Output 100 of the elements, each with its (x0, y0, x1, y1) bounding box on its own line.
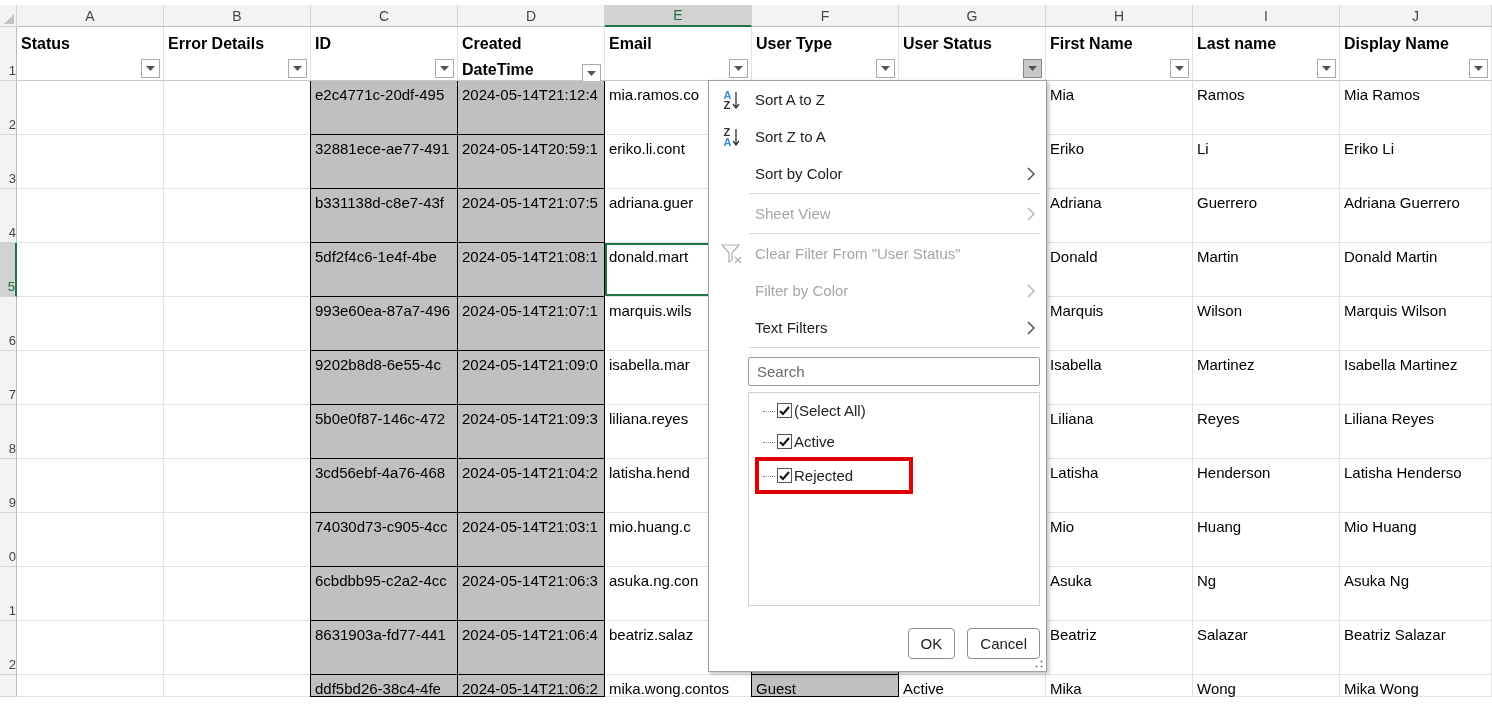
column-letter[interactable]: B (164, 5, 311, 27)
table-cell: Mika Wong (1340, 675, 1492, 697)
table-cell: Guest (751, 675, 899, 697)
filter-dropdown-button[interactable] (876, 59, 895, 78)
table-cell: 9202b8d8-6e55-4c (310, 351, 458, 405)
filter-dropdown-button[interactable] (729, 59, 748, 78)
table-cell: Mika (1046, 675, 1193, 697)
chevron-right-icon (1026, 320, 1036, 335)
table-cell: Salazar (1193, 621, 1340, 675)
column-letter[interactable]: J (1340, 5, 1492, 27)
row-number[interactable]: 1 (0, 27, 17, 81)
caret-icon (1474, 66, 1483, 71)
row-number[interactable]: 7 (0, 351, 17, 405)
table-cell: 2024-05-14T20:59:1 (457, 135, 605, 189)
row-number[interactable]: 9 (0, 459, 17, 513)
row-number[interactable]: 6 (0, 297, 17, 351)
column-header-label: User Type (756, 34, 834, 54)
table-cell: Ramos (1193, 81, 1340, 135)
clear-filter-icon (721, 242, 743, 265)
table-cell: 8631903a-fd77-441 (310, 621, 458, 675)
table-cell: 3cd56ebf-4a76-468 (310, 459, 458, 513)
filter-dropdown-button[interactable] (1023, 59, 1042, 78)
column-letter[interactable]: H (1046, 5, 1193, 27)
down-arrow-icon (732, 127, 741, 146)
chevron-right-icon (1026, 283, 1036, 298)
column-header-label: Status (21, 34, 71, 54)
search-field[interactable]: Search (748, 357, 1040, 386)
sort-icon-letter: Z (723, 126, 732, 137)
table-cell: Li (1193, 135, 1340, 189)
column-header-label: Display Name (1344, 34, 1450, 54)
table-cell: Donald Martin (1340, 243, 1492, 297)
table-cell: Guerrero (1193, 189, 1340, 243)
checkbox[interactable] (777, 468, 792, 483)
dialog-button[interactable]: Cancel (967, 628, 1040, 659)
table-cell: Reyes (1193, 405, 1340, 459)
table-cell: 2024-05-14T21:06:3 (457, 567, 605, 621)
column-letter[interactable]: A (17, 5, 164, 27)
column-header-label: Email (609, 34, 653, 54)
filter-dropdown-button[interactable] (1469, 59, 1488, 78)
resize-grip-icon[interactable] (1035, 660, 1043, 668)
column-letter[interactable]: C (311, 5, 458, 27)
row-number[interactable]: 1 (0, 567, 17, 621)
caret-icon (1028, 66, 1037, 71)
column-letter[interactable]: E (605, 5, 752, 27)
table-cell: Adriana Guerrero (1340, 189, 1492, 243)
row-number[interactable]: 8 (0, 405, 17, 459)
column-letter[interactable]: I (1193, 5, 1340, 27)
table-cell: Liliana Reyes (1340, 405, 1492, 459)
table-cell: Latisha Henderso (1340, 459, 1492, 513)
table-cell: e2c4771c-20df-495 (310, 81, 458, 135)
row-number[interactable]: 2 (0, 621, 17, 675)
column-letter[interactable]: D (458, 5, 605, 27)
row-number[interactable]: 0 (0, 513, 17, 567)
table-cell: 2024-05-14T21:06:4 (457, 621, 605, 675)
row-number[interactable]: 4 (0, 189, 17, 243)
table-cell: Eriko Li (1340, 135, 1492, 189)
table-cell: 6cbdbb95-c2a2-4cc (310, 567, 458, 621)
table-cell: b331138d-c8e7-43f (310, 189, 458, 243)
chevron-right-icon (1026, 166, 1036, 181)
row-number[interactable]: 3 (0, 135, 17, 189)
table-cell: 2024-05-14T21:04:2 (457, 459, 605, 513)
table-cell: 32881ece-ae77-491 (310, 135, 458, 189)
table-cell: Active (899, 675, 1046, 697)
table-cell: 5b0e0f87-146c-472 (310, 405, 458, 459)
caret-icon (1322, 66, 1331, 71)
filter-dropdown-button[interactable] (435, 59, 454, 78)
chevron-right-icon (1026, 206, 1036, 221)
table-cell: 2024-05-14T21:08:1 (457, 243, 605, 297)
down-arrow-icon (732, 90, 741, 109)
table-cell: 2024-05-14T21:06:2 (457, 675, 605, 697)
filter-dropdown-button[interactable] (141, 59, 160, 78)
table-cell: Martin (1193, 243, 1340, 297)
table-cell: 2024-05-14T21:09:3 (457, 405, 605, 459)
table-cell: Mia Ramos (1340, 81, 1492, 135)
dialog-button[interactable]: OK (907, 628, 956, 659)
table-cell: Asuka Ng (1340, 567, 1492, 621)
column-letter[interactable]: F (752, 5, 899, 27)
column-letter[interactable]: G (899, 5, 1046, 27)
sort-icon-letter: A (723, 136, 732, 147)
row-number[interactable]: 5 (0, 243, 17, 297)
table-cell: Isabella Martinez (1340, 351, 1492, 405)
table-cell: Marquis Wilson (1340, 297, 1492, 351)
checkbox[interactable] (777, 434, 792, 449)
caret-icon (587, 71, 596, 76)
table-cell: 2024-05-14T21:09:0 (457, 351, 605, 405)
table-cell: Huang (1193, 513, 1340, 567)
caret-icon (734, 66, 743, 71)
sort-icon-letter: Z (723, 99, 732, 110)
checkbox[interactable] (777, 403, 792, 418)
caret-icon (881, 66, 890, 71)
table-cell: 2024-05-14T21:07:5 (457, 189, 605, 243)
filter-dropdown-button[interactable] (1317, 59, 1336, 78)
caret-icon (1175, 66, 1184, 71)
filter-dropdown-button[interactable] (288, 59, 307, 78)
filter-dropdown-button[interactable] (1170, 59, 1189, 78)
sort-icon-letter: A (723, 89, 732, 100)
column-header-label: Last name (1197, 34, 1278, 54)
caret-icon (146, 66, 155, 71)
row-number[interactable]: 2 (0, 81, 17, 135)
table-cell: Martinez (1193, 351, 1340, 405)
